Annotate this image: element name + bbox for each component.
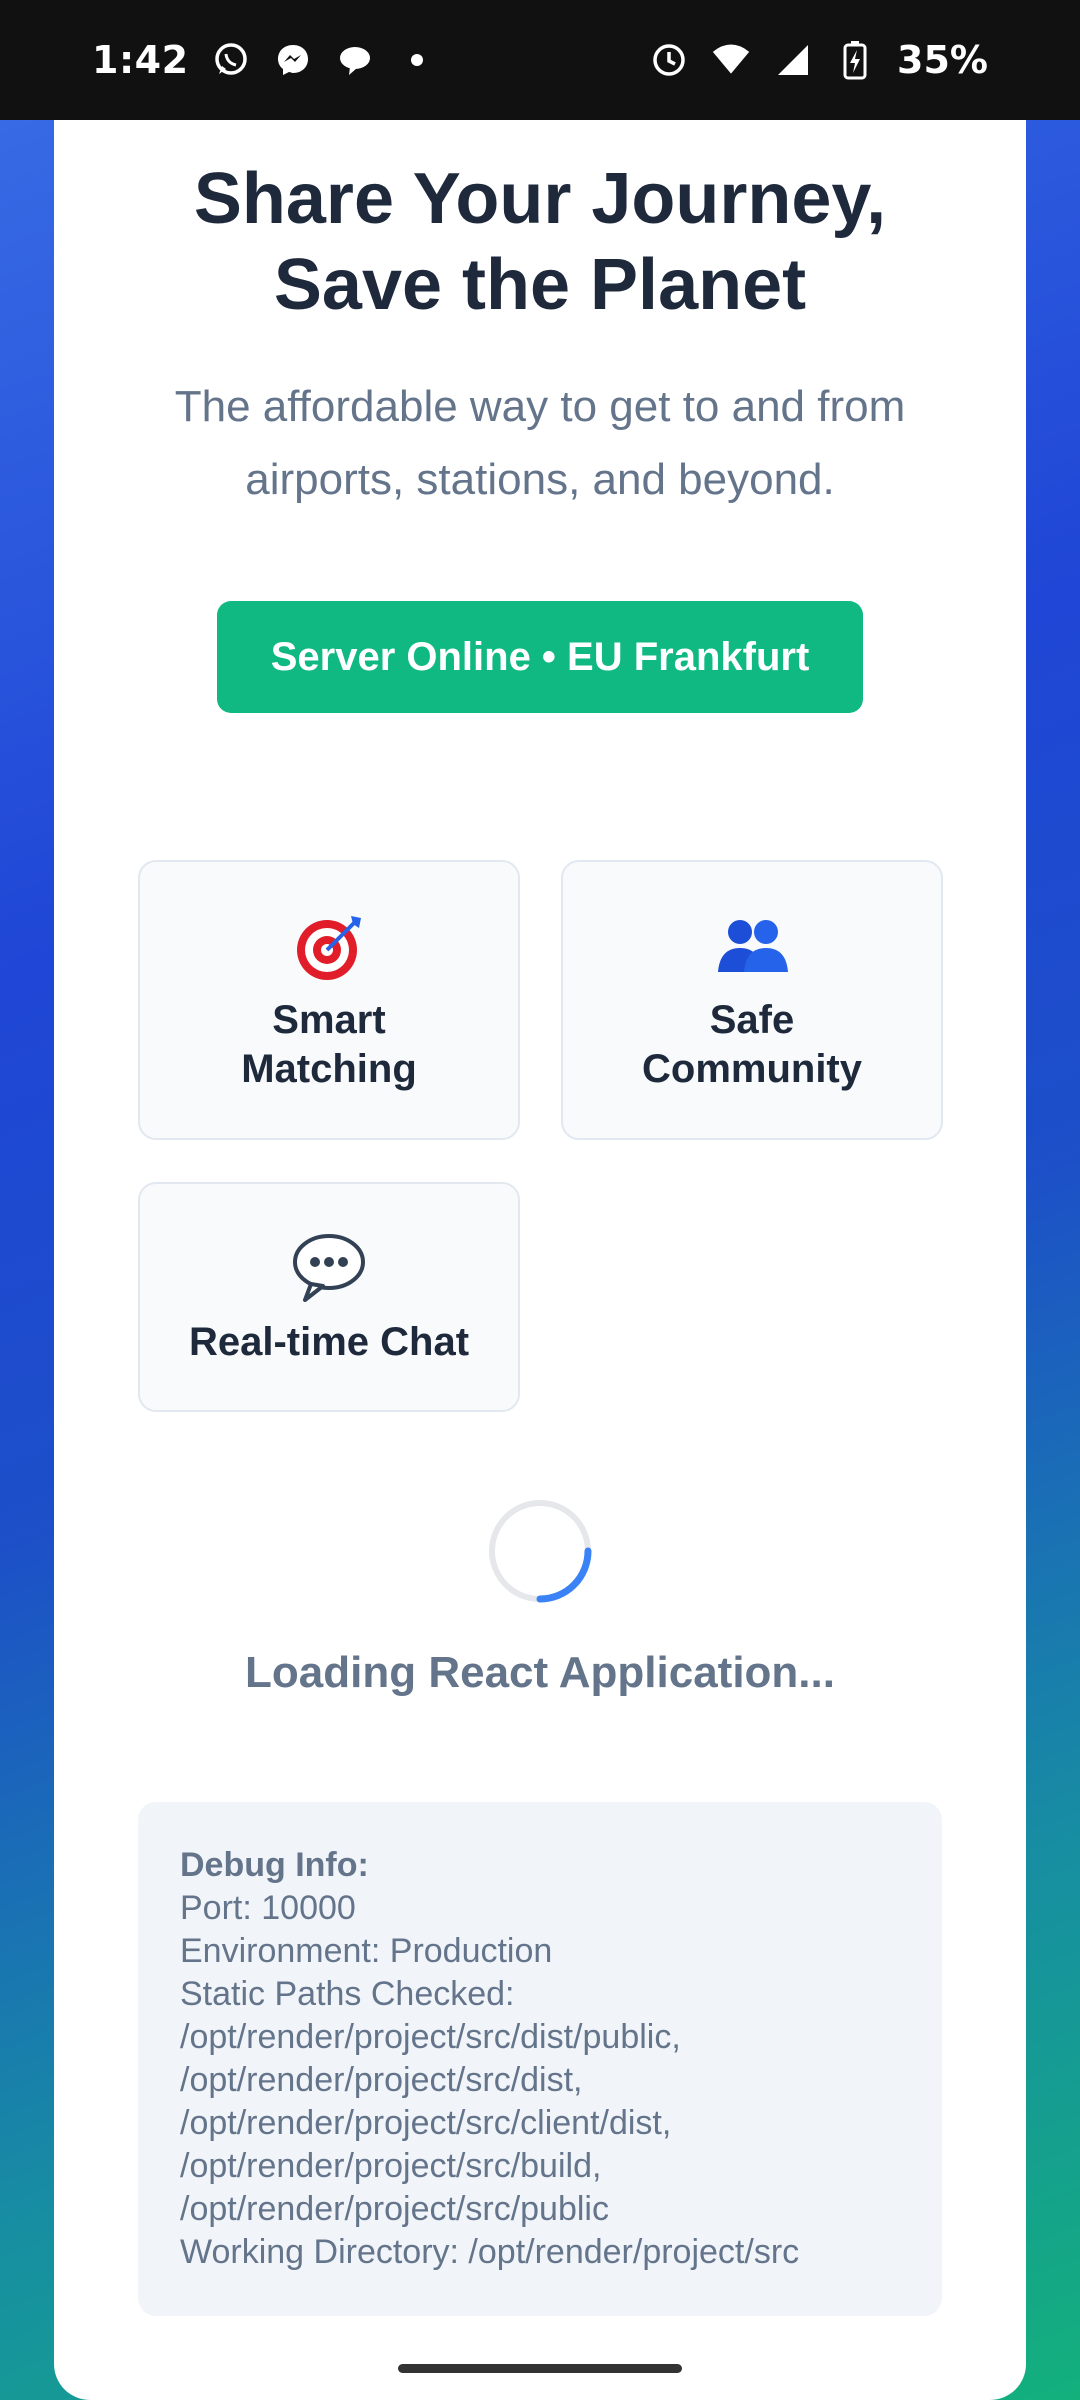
target-icon — [297, 916, 361, 980]
page-title: Share Your Journey, Save the Planet — [193, 159, 887, 325]
debug-line: /opt/render/project/src/build, — [180, 2147, 602, 2185]
feature-card-smart-matching: Smart Matching — [138, 860, 520, 1140]
feature-card-realtime-chat: Real-time Chat — [138, 1182, 520, 1412]
debug-line: /opt/render/project/src/client/dist, — [180, 2104, 672, 2142]
status-bar-right: 35% — [649, 38, 988, 82]
whatsapp-icon — [211, 40, 251, 80]
debug-line: /opt/render/project/src/dist/public, — [180, 2018, 681, 2056]
loading-spinner — [489, 1500, 592, 1603]
server-status-badge: Server Online • EU Frankfurt — [217, 601, 863, 713]
main-card: Share Your Journey, Save the Planet The … — [54, 120, 1026, 2400]
debug-title: Debug Info: — [180, 1846, 369, 1884]
debug-line: Static Paths Checked: — [180, 1975, 515, 2013]
debug-line: Port: 10000 — [180, 1889, 356, 1927]
loading-message: Loading React Application... — [245, 1648, 835, 1697]
people-icon — [718, 920, 788, 972]
clock: 1:42 — [92, 38, 189, 82]
feature-card-safe-community: Safe Community — [561, 860, 943, 1140]
home-gesture-bar[interactable] — [398, 2364, 682, 2373]
speech-bubble-icon — [293, 1233, 365, 1302]
battery-charging-icon — [835, 40, 875, 80]
debug-line: /opt/render/project/src/public — [180, 2190, 609, 2228]
debug-info-panel: Debug Info: Port: 10000 Environment: Pro… — [138, 1802, 942, 2316]
chat-bubble-icon — [335, 40, 375, 80]
status-bar: 1:42 35% — [0, 0, 1080, 120]
battery-percentage: 35% — [897, 38, 988, 82]
status-bar-left: 1:42 — [92, 38, 437, 82]
server-status-label: Server Online • EU Frankfurt — [270, 634, 810, 679]
feature-label: Smart Matching — [241, 998, 417, 1091]
notification-dot-icon — [397, 40, 437, 80]
wifi-icon — [711, 40, 751, 80]
alarm-icon — [649, 40, 689, 80]
debug-line: Working Directory: /opt/render/project/s… — [180, 2233, 800, 2271]
cellular-signal-icon — [773, 40, 813, 80]
debug-line: Environment: Production — [180, 1932, 553, 1970]
page-subtitle: The affordable way to get to and from ai… — [174, 382, 906, 504]
feature-label: Real-time Chat — [188, 1319, 470, 1364]
messenger-icon — [273, 40, 313, 80]
debug-line: /opt/render/project/src/dist, — [180, 2061, 583, 2099]
feature-label: Safe Community — [642, 998, 862, 1091]
